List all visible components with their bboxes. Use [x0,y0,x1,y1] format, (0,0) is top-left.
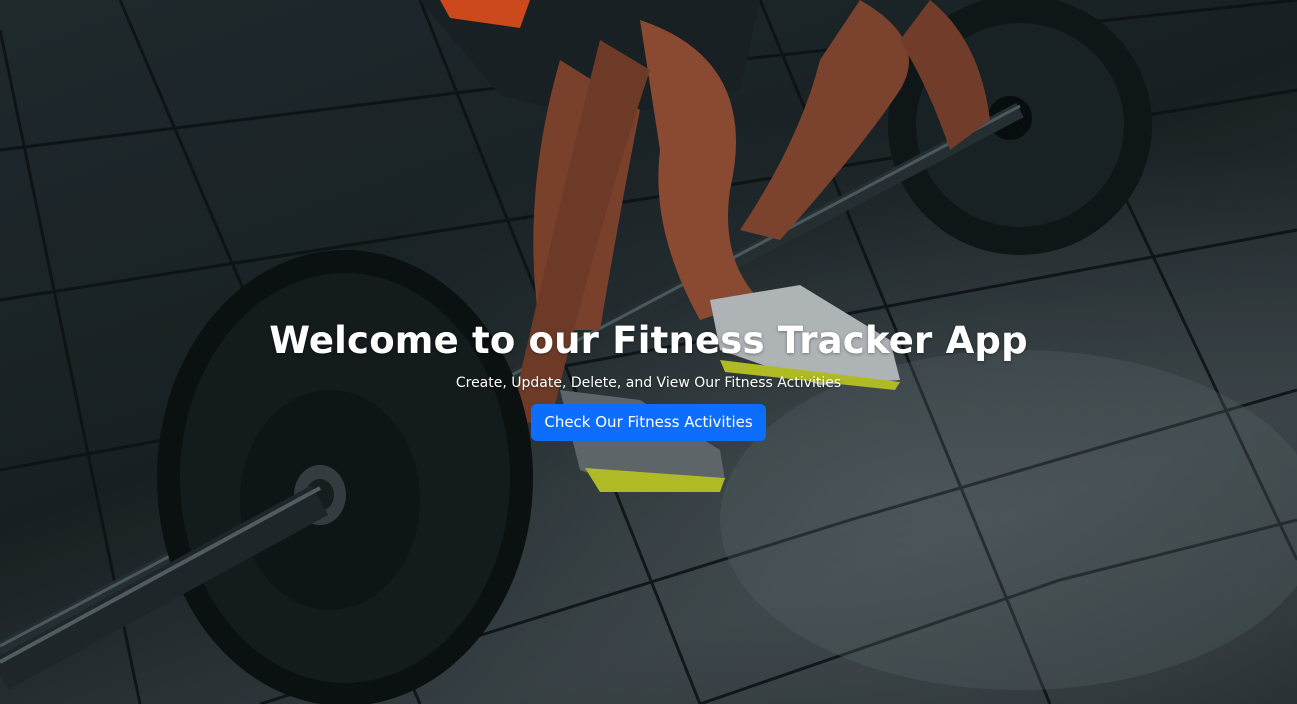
hero-subtitle: Create, Update, Delete, and View Our Fit… [455,375,842,391]
hero-section: Welcome to our Fitness Tracker App Creat… [0,0,1297,704]
hero-content: Welcome to our Fitness Tracker App Creat… [0,318,1297,441]
check-activities-button[interactable]: Check Our Fitness Activities [531,404,766,441]
hero-title: Welcome to our Fitness Tracker App [269,319,1028,362]
